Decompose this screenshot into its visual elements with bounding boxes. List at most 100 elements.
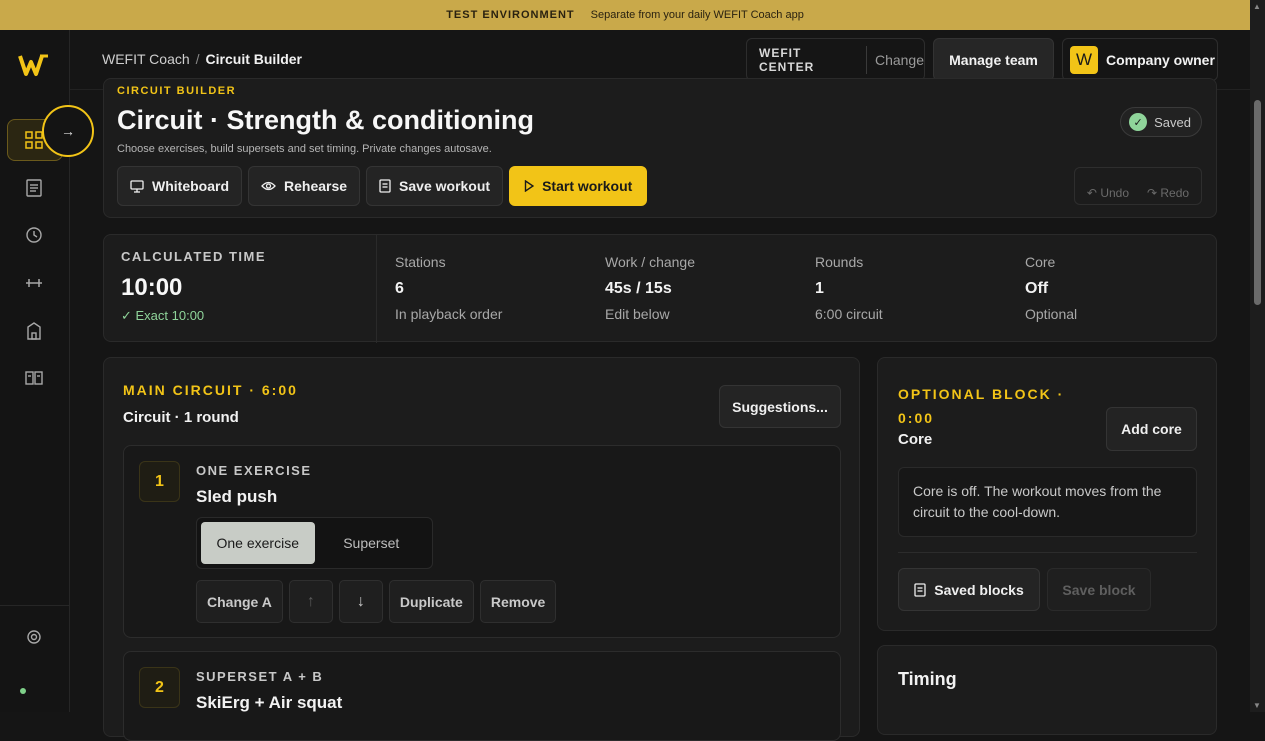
expand-sidebar-button[interactable]: → [42,105,94,157]
stat-stations: Stations 6 In playback order [395,254,502,322]
undo-button[interactable]: ↶ Undo [1087,186,1129,200]
stat-label: Stations [395,254,446,270]
station-actions: Change A ↑ ↓ Duplicate Remove [196,580,557,623]
duplicate-button[interactable]: Duplicate [388,580,474,623]
remove-button[interactable]: Remove [479,580,557,623]
wefit-logo[interactable] [18,52,50,78]
start-workout-button[interactable]: Start workout [509,166,648,206]
station-exercise-name: SkiErg + Air squat [196,693,343,712]
optional-block-card: OPTIONAL BLOCK · 0:00 Core Add core Core… [877,357,1217,631]
save-workout-label: Save workout [399,178,491,194]
undo-label: Undo [1100,186,1129,200]
optional-divider [898,552,1197,553]
page-scrollbar[interactable]: ▲ ▼ [1250,0,1265,712]
redo-button[interactable]: ↷ Redo [1147,186,1189,200]
history-icon[interactable] [22,223,46,247]
building-icon[interactable] [22,319,46,343]
stat-note: In playback order [395,306,503,322]
document-icon[interactable] [22,176,46,200]
scroll-up-icon[interactable]: ▲ [1253,2,1261,11]
page-eyebrow: CIRCUIT BUILDER [117,85,237,97]
undo-redo-group: ↶ Undo ↷ Redo [1074,167,1202,205]
center-selector: WEFIT CENTER Change [746,38,925,81]
online-status-dot [20,688,26,694]
calculated-time-label: CALCULATED TIME [121,249,267,264]
whiteboard-label: Whiteboard [152,178,229,194]
calculated-time-status: ✓ Exact 10:00 [121,308,205,323]
scroll-down-icon[interactable]: ▼ [1253,701,1261,710]
start-workout-label: Start workout [542,178,633,194]
account-menu[interactable]: W Company owner [1062,38,1218,81]
optional-block-subtitle: Core [898,431,933,448]
main-circuit-title: MAIN CIRCUIT · 6:00 [123,382,298,398]
optional-block-title: OPTIONAL BLOCK · 0:00 [898,386,1065,426]
avatar: W [1070,45,1098,74]
stat-note: Edit below [605,306,670,322]
check-icon: ✓ [1129,113,1148,131]
station-number: 2 [139,667,180,708]
redo-icon: ↷ [1147,186,1161,200]
environment-text: Separate from your daily WEFIT Coach app [590,9,804,21]
superset-option[interactable]: Superset [315,522,429,564]
stat-value: 45s / 15s [605,280,672,297]
exercise-station: 2 SUPERSET A + B SkiErg + Air squat [123,651,841,741]
save-workout-button[interactable]: Save workout [366,166,504,206]
settings-gear-icon[interactable] [22,625,46,649]
save-block-button[interactable]: Save block [1047,568,1151,611]
breadcrumb-root[interactable]: WEFIT Coach [102,51,190,67]
page-subtitle: Choose exercises, build supersets and se… [117,143,492,155]
stat-value: Off [1025,280,1049,297]
sidebar: → [0,30,94,712]
rehearse-label: Rehearse [284,178,348,194]
station-kind: ONE EXERCISE [196,463,312,478]
breadcrumb-current: Circuit Builder [205,51,303,67]
calculated-time-value: 10:00 [121,274,183,301]
sidebar-divider [0,605,70,606]
station-type-toggle: One exercise Superset [196,517,433,569]
arrow-right-icon: → [61,123,75,139]
one-exercise-option[interactable]: One exercise [201,522,315,564]
play-icon [524,180,535,192]
stat-note: Optional [1025,306,1078,322]
move-down-button[interactable]: ↓ [338,580,383,623]
move-up-button[interactable]: ↑ [288,580,333,623]
timing-summary-card: CALCULATED TIME 10:00 ✓ Exact 10:00 Stat… [103,234,1217,343]
environment-tag: TEST ENVIRONMENT [446,9,575,21]
breadcrumb: WEFIT Coach / Circuit Builder [102,51,302,67]
station-exercise-name: Sled push [196,487,278,506]
suggestions-button[interactable]: Suggestions... [719,385,841,428]
station-kind: SUPERSET A + B [196,669,324,684]
scrollbar-thumb[interactable] [1254,100,1261,305]
monitor-icon [130,179,144,193]
environment-banner: TEST ENVIRONMENT Separate from your dail… [0,0,1250,30]
rehearse-button[interactable]: Rehearse [248,166,361,206]
account-role: Company owner [1106,51,1215,68]
document-icon [379,179,391,193]
stats-divider [376,235,377,343]
page-title: Circuit · Strength & conditioning [117,105,534,135]
stat-value: 1 [815,280,824,297]
dumbbell-icon[interactable] [22,271,46,295]
timing-title: Timing [898,669,957,689]
change-exercise-button[interactable]: Change A [196,580,283,623]
stat-label: Core [1025,254,1056,270]
saved-status-badge: ✓ Saved [1120,107,1202,137]
station-number: 1 [139,461,180,502]
stat-note: 6:00 circuit [815,306,883,322]
manage-team-button[interactable]: Manage team [933,38,1054,81]
whiteboard-button[interactable]: Whiteboard [117,166,242,206]
stat-core: Core Off Optional [1025,254,1077,322]
saved-blocks-label: Saved blocks [934,581,1024,598]
saved-blocks-button[interactable]: Saved blocks [898,568,1040,611]
library-icon[interactable] [22,366,46,390]
main-circuit-card: MAIN CIRCUIT · 6:00 Circuit · 1 round Su… [103,357,860,741]
stat-label: Work / change [605,254,696,270]
main-circuit-subtitle: Circuit · 1 round [123,409,239,426]
redo-label: Redo [1160,186,1190,200]
calculated-time: CALCULATED TIME 10:00 ✓ Exact 10:00 [121,249,266,324]
add-core-button[interactable]: Add core [1106,407,1197,451]
stat-work-change: Work / change 45s / 15s Edit below [605,254,695,322]
change-center-button[interactable]: Change [875,52,924,68]
saved-label: Saved [1154,114,1191,130]
header-actions: Whiteboard Rehearse Save workout Start w… [117,166,648,206]
